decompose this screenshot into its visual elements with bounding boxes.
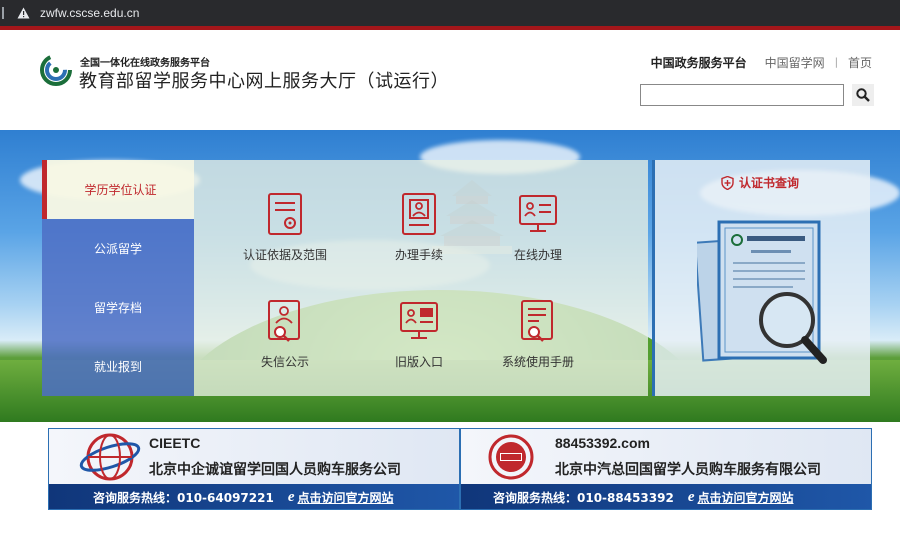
service-label: 在线办理 <box>513 248 562 262</box>
ie-browser-icon: e <box>687 489 695 505</box>
ad-banners: CIEETC 北京中企诚谊留学回国人员购车服务公司 咨询服务热线：010-640… <box>46 428 872 537</box>
site-header: 全国一体化在线政务服务平台 教育部留学服务中心网上服务大厅（试运行） 中国政务服… <box>0 30 900 130</box>
link-home[interactable]: 首页 <box>848 54 872 71</box>
tab-public-study-abroad[interactable]: 公派留学 <box>42 219 194 278</box>
site-logo-icon[interactable] <box>40 54 72 86</box>
service-label: 失信公示 <box>260 355 309 369</box>
ad-hotline: 咨询服务热线：010-64097221 <box>93 491 274 505</box>
link-gov-platform[interactable]: 中国政务服务平台 <box>651 54 747 71</box>
not-secure-warning-icon[interactable] <box>16 6 30 20</box>
service-old-version[interactable]: 旧版入口 <box>359 299 479 370</box>
ad-brand-name: 88453392.com <box>555 435 650 451</box>
service-label: 办理手续 <box>394 248 443 262</box>
service-label: 旧版入口 <box>394 355 443 369</box>
ad-banner-cieetc[interactable]: CIEETC 北京中企诚谊留学回国人员购车服务公司 咨询服务热线：010-640… <box>48 428 460 510</box>
ad-visit-link[interactable]: 点击访问官方网站 <box>698 489 794 506</box>
monitor-profile-icon <box>519 195 557 232</box>
tab-study-archive[interactable]: 留学存档 <box>42 278 194 337</box>
shield-plus-icon <box>721 175 734 190</box>
link-china-study-abroad[interactable]: 中国留学网 <box>765 54 825 71</box>
cert-query-title: 认证书查询 <box>739 176 800 190</box>
ad-visit-link[interactable]: 点击访问官方网站 <box>298 489 394 506</box>
address-url[interactable]: zwfw.cscse.edu.cn <box>40 6 139 20</box>
service-user-manual[interactable]: 系统使用手册 <box>478 299 598 370</box>
ad-brand-name: CIEETC <box>149 435 201 451</box>
search-icon <box>856 88 870 102</box>
cieetc-globe-logo-icon <box>79 433 141 481</box>
person-card-icon <box>402 193 436 235</box>
brand-title[interactable]: 教育部留学服务中心网上服务大厅（试运行） <box>79 67 449 93</box>
search-input[interactable] <box>640 84 844 106</box>
tab-employment-report[interactable]: 就业报到 <box>42 337 194 396</box>
certificate-magnifier-image <box>697 220 827 364</box>
ad-hotline-bar: 咨询服务热线：010-64097221 e 点击访问官方网站 <box>49 484 459 509</box>
tab-degree-certification[interactable]: 学历学位认证 <box>42 160 194 219</box>
service-online-processing[interactable]: 在线办理 <box>478 192 598 263</box>
old-version-monitor-icon <box>400 302 438 339</box>
link-separator: | <box>834 57 838 68</box>
service-label: 系统使用手册 <box>501 355 574 369</box>
ie-browser-icon: e <box>287 489 295 505</box>
service-panel: 认证依据及范围 办理手续 在线办理 失信公示 旧版入口 系统使用手册 <box>194 160 648 396</box>
service-procedures[interactable]: 办理手续 <box>359 192 479 263</box>
tab-edge <box>2 7 4 19</box>
service-dishonesty-notice[interactable]: 失信公示 <box>225 299 345 370</box>
cert-query-link[interactable]: 认证书查询 <box>721 174 799 191</box>
cert-query-panel: 认证书查询 <box>652 160 870 396</box>
ad-banner-88453392[interactable]: 88453392.com 北京中汽总回国留学人员购车服务有限公司 咨询服务热线：… <box>460 428 872 510</box>
zxs-circle-logo-icon <box>488 434 534 480</box>
ad-company-name: 北京中汽总回国留学人员购车服务有限公司 <box>555 462 821 478</box>
search-button[interactable] <box>852 84 874 106</box>
service-label: 认证依据及范围 <box>242 248 327 262</box>
top-links: 中国政务服务平台 中国留学网 | 首页 <box>651 54 872 71</box>
service-category-tabs: 学历学位认证 公派留学 留学存档 就业报到 <box>42 160 194 396</box>
document-seal-icon <box>268 193 302 235</box>
browser-address-bar: zwfw.cscse.edu.cn <box>0 0 900 26</box>
person-search-icon <box>268 300 300 342</box>
ad-hotline: 咨询服务热线：010-88453392 <box>493 491 674 505</box>
ad-hotline-bar: 咨询服务热线：010-88453392 e 点击访问官方网站 <box>461 484 871 509</box>
service-cert-basis[interactable]: 认证依据及范围 <box>225 192 345 263</box>
manual-search-icon <box>521 300 553 342</box>
ad-company-name: 北京中企诚谊留学回国人员购车服务公司 <box>149 462 401 478</box>
